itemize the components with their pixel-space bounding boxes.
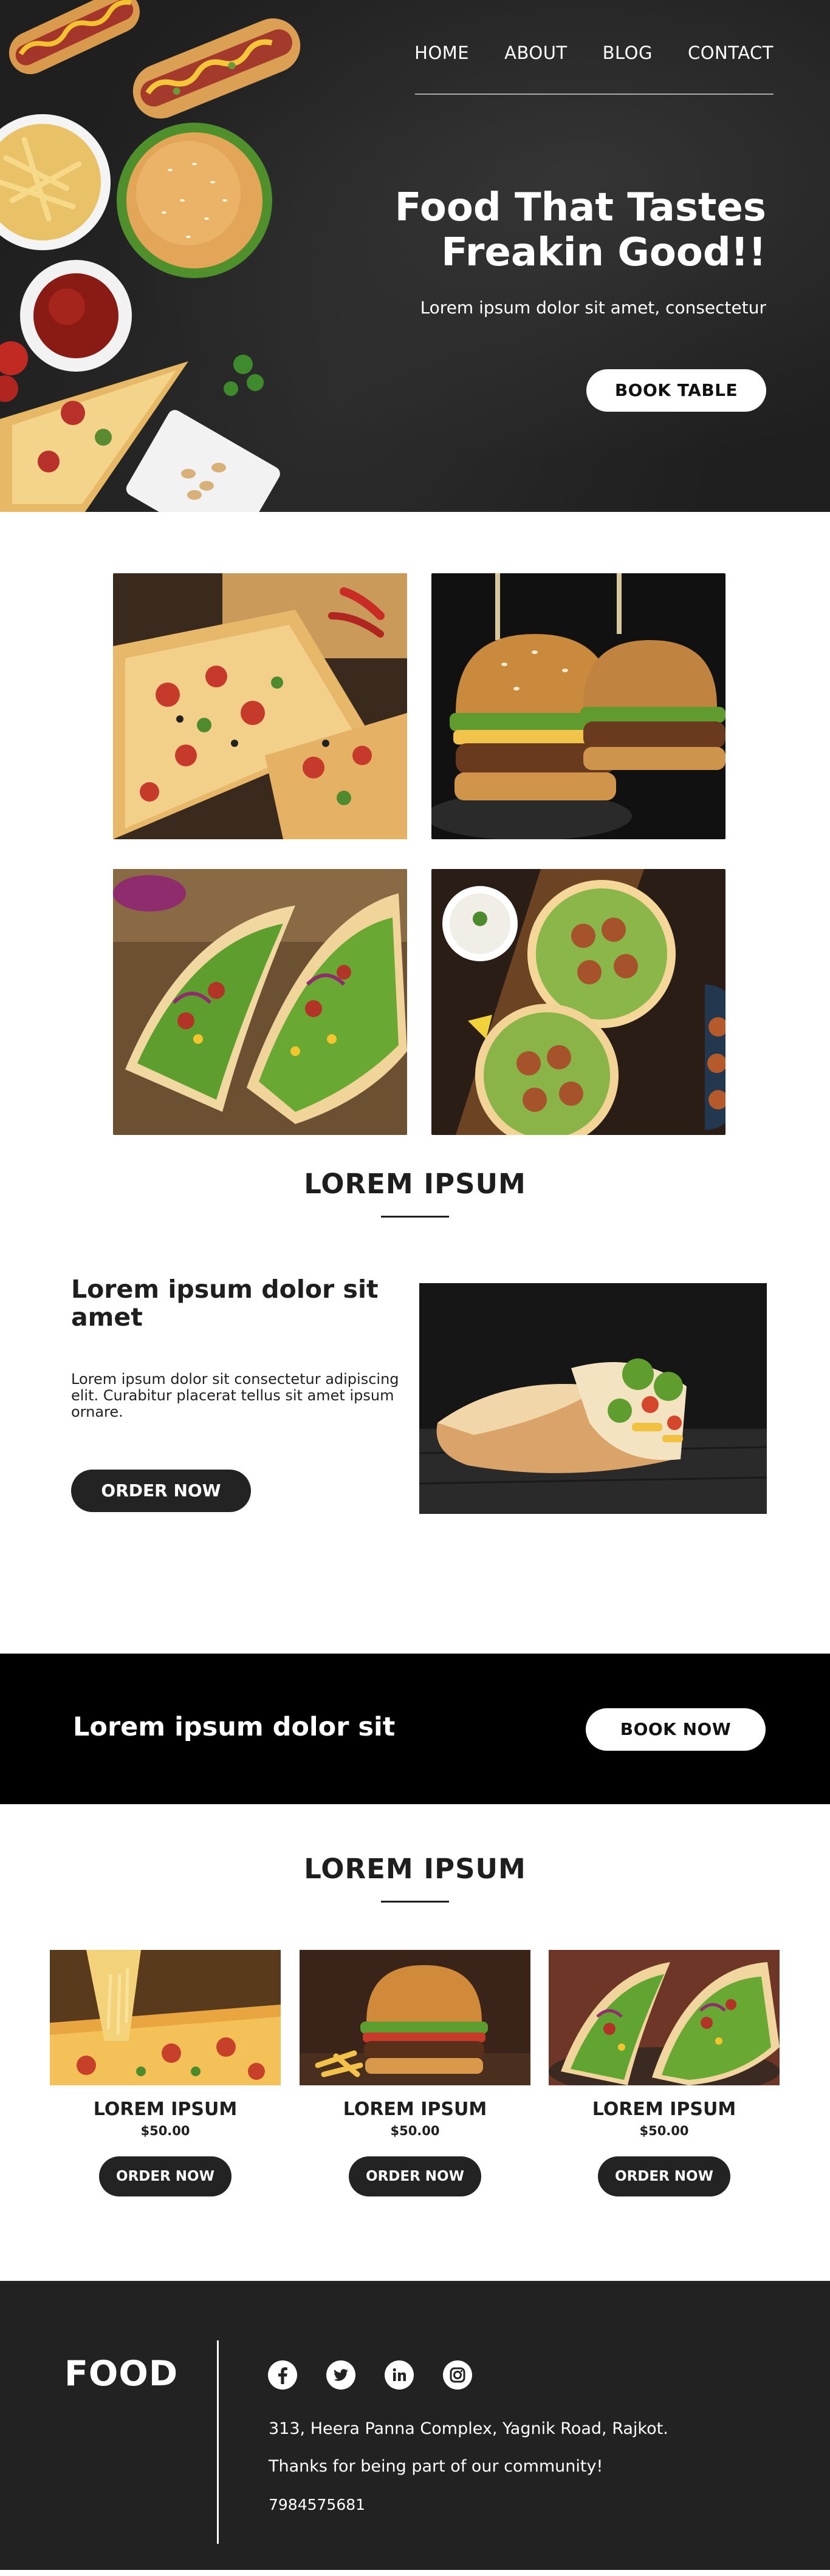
menu-card-title: LOREM IPSUM (343, 2099, 487, 2120)
gallery-pizza-image (113, 573, 407, 839)
menu-card-price: $50.00 (140, 2124, 190, 2138)
nav-divider (415, 94, 773, 95)
nav-blog-link[interactable]: BLOG (603, 43, 653, 63)
twitter-icon[interactable] (326, 2360, 356, 2390)
order-now-button[interactable]: ORDER NOW (71, 1470, 251, 1512)
about-heading: Lorem ipsum dolor sit amet (71, 1275, 379, 1332)
menu-title-underline (381, 1901, 449, 1903)
instagram-icon[interactable] (442, 2360, 473, 2390)
about-section: LOREM IPSUM Lorem ipsum dolor sit amet L… (0, 1150, 830, 1654)
hero-title: Food That Tastes Freakin Good!! (304, 185, 766, 275)
nav-home-link[interactable]: HOME (414, 43, 469, 63)
gallery-taco-image (113, 869, 407, 1135)
burger-icon (431, 573, 725, 839)
facebook-icon[interactable] (267, 2360, 298, 2390)
menu-card-order-button[interactable]: ORDER NOW (99, 2156, 232, 2196)
cta-banner: Lorem ipsum dolor sit BOOK NOW (0, 1654, 830, 1804)
footer-tagline: Thanks for being part of our community! (269, 2457, 603, 2476)
gallery-falafel-image (431, 869, 725, 1135)
falafel-icon (431, 869, 725, 1135)
wrap-icon (419, 1283, 767, 1514)
menu-card-order-button[interactable]: ORDER NOW (598, 2156, 730, 2196)
gallery-burger-image (431, 573, 725, 839)
hero-subtitle: Lorem ipsum dolor sit amet, consectetur (420, 298, 766, 318)
menu-card-image (549, 1950, 780, 2085)
main-nav: HOME ABOUT BLOG CONTACT (414, 43, 773, 95)
hero-title-line1: Food That Tastes (394, 185, 766, 230)
nav-contact-link[interactable]: CONTACT (688, 43, 773, 63)
footer: FOOD 313, Heera Panna Complex, Yagnik Ro… (0, 2281, 830, 2570)
book-table-button[interactable]: BOOK TABLE (586, 369, 766, 412)
hero-food-collage (0, 0, 301, 512)
linkedin-icon[interactable] (384, 2360, 414, 2390)
about-section-title: LOREM IPSUM (304, 1168, 526, 1200)
menu-section-title: LOREM IPSUM (304, 1853, 526, 1885)
nav-about-link[interactable]: ABOUT (504, 43, 568, 63)
burger-icon (300, 1950, 530, 2085)
taco-icon (113, 869, 407, 1135)
banner-text: Lorem ipsum dolor sit (73, 1712, 396, 1742)
footer-phone: 7984575681 (269, 2496, 366, 2513)
social-links (267, 2360, 473, 2390)
menu-card-image (300, 1950, 530, 2085)
hero-title-line2: Freakin Good!! (441, 230, 766, 275)
menu-section: LOREM IPSUM LOREM IPSUM $50.00 ORDER NOW (0, 1804, 830, 2281)
gallery-section (0, 512, 830, 1150)
wrap-image (419, 1283, 767, 1514)
menu-card-title: LOREM IPSUM (592, 2099, 736, 2120)
menu-card-pizza: LOREM IPSUM $50.00 ORDER NOW (50, 1950, 281, 2196)
footer-brand: FOOD (64, 2354, 179, 2394)
menu-card-burger: LOREM IPSUM $50.00 ORDER NOW (300, 1950, 530, 2196)
about-title-underline (381, 1216, 449, 1218)
pizza-icon (113, 573, 407, 839)
hero-section: HOME ABOUT BLOG CONTACT Food That Tastes… (0, 0, 830, 512)
menu-card-order-button[interactable]: ORDER NOW (349, 2156, 481, 2196)
about-paragraph: Lorem ipsum dolor sit consectetur adipis… (71, 1371, 399, 1420)
taco-icon (549, 1950, 780, 2085)
menu-card-price: $50.00 (639, 2124, 689, 2138)
menu-card-taco: LOREM IPSUM $50.00 ORDER NOW (549, 1950, 780, 2196)
menu-card-price: $50.00 (390, 2124, 440, 2138)
menu-card-title: LOREM IPSUM (93, 2099, 238, 2120)
footer-address: 313, Heera Panna Complex, Yagnik Road, R… (269, 2419, 668, 2438)
footer-divider (217, 2340, 219, 2544)
pizza-icon (50, 1950, 281, 2085)
menu-card-image (50, 1950, 281, 2085)
book-now-button[interactable]: BOOK NOW (586, 1708, 766, 1751)
